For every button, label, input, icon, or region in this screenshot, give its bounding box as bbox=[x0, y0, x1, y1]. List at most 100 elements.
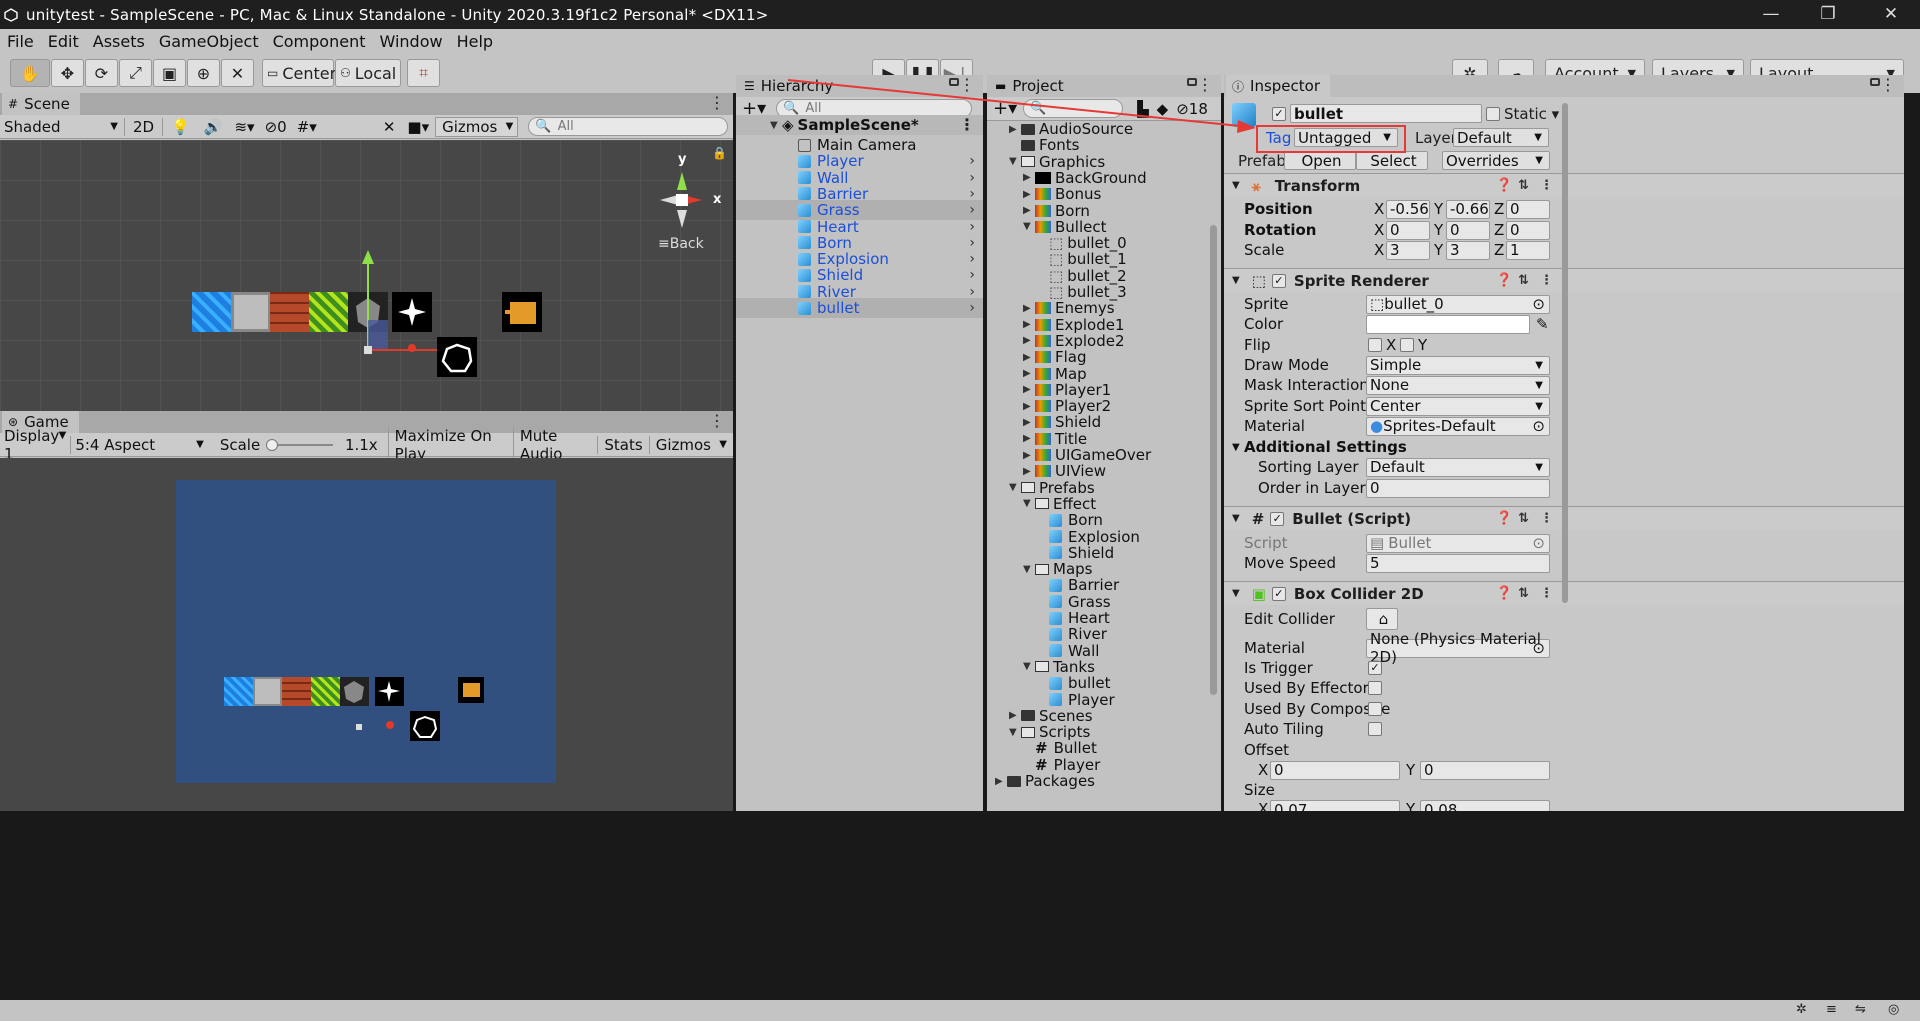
check-icon[interactable]: ◎ bbox=[1888, 1002, 1899, 1017]
size-x-input[interactable]: 0.07 bbox=[1270, 800, 1400, 811]
tab-hierarchy[interactable]: ☰ Hierarchy bbox=[738, 75, 844, 97]
lighting-toggle-icon[interactable]: 💡 bbox=[162, 117, 198, 136]
expand-arrow-icon[interactable]: ▼ bbox=[1009, 156, 1021, 167]
used-by-effector-checkbox[interactable] bbox=[1368, 681, 1382, 695]
bullet-script-enabled-checkbox[interactable]: ✓ bbox=[1270, 511, 1285, 526]
component-menu-icon[interactable]: ⋮ bbox=[1540, 586, 1553, 601]
expand-arrow-icon[interactable]: ▼ bbox=[1023, 661, 1035, 672]
collapsed-arrow-icon[interactable]: ▶ bbox=[1023, 172, 1035, 183]
panel-menu-icon[interactable]: ⋮ bbox=[1880, 75, 1896, 95]
sprite-sort-point-dropdown[interactable]: Center ▼ bbox=[1366, 396, 1550, 416]
transform-scale-x-input[interactable]: 3 bbox=[1386, 240, 1430, 260]
help-icon[interactable]: ❓ bbox=[1496, 273, 1512, 288]
transform-scale-z-input[interactable]: 1 bbox=[1506, 240, 1550, 260]
expand-arrow-icon[interactable]: ▼ bbox=[1023, 498, 1035, 509]
grid-snap-icon[interactable]: ⌗ bbox=[407, 59, 440, 87]
box-collider-enabled-checkbox[interactable]: ✓ bbox=[1271, 586, 1286, 601]
foldout-arrow-icon[interactable]: ▼ bbox=[1232, 588, 1240, 599]
tab-scene[interactable]: # Scene bbox=[2, 93, 80, 115]
color-swatch[interactable] bbox=[1366, 314, 1530, 334]
panel-menu-icon[interactable]: ⋮ bbox=[1197, 75, 1213, 95]
tab-project[interactable]: ▬ Project bbox=[989, 75, 1074, 97]
flip-y-checkbox[interactable] bbox=[1400, 338, 1414, 352]
tools-icon[interactable]: ✕ bbox=[377, 118, 402, 136]
foldout-arrow-icon[interactable]: ▼ bbox=[1232, 275, 1240, 286]
shading-mode-dropdown[interactable]: Shaded ▼ bbox=[0, 118, 124, 136]
hierarchy-item-bullet[interactable]: bullet › bbox=[736, 298, 983, 318]
offset-x-input[interactable]: 0 bbox=[1270, 760, 1400, 780]
lock-icon[interactable] bbox=[1870, 78, 1880, 86]
scene-search-input[interactable]: 🔍 All bbox=[528, 117, 729, 136]
prefab-select-button[interactable]: Select bbox=[1356, 151, 1428, 170]
gizmos-dropdown[interactable]: Gizmos ▼ bbox=[435, 116, 519, 137]
grass-tile[interactable] bbox=[309, 292, 349, 332]
order-in-layer-input[interactable]: 0 bbox=[1366, 478, 1550, 498]
collapsed-arrow-icon[interactable]: ▶ bbox=[1023, 450, 1035, 461]
hidden-packages-icon[interactable]: ⊘18 bbox=[1172, 100, 1212, 118]
auto-tiling-checkbox[interactable] bbox=[1368, 722, 1382, 736]
layer-dropdown[interactable]: Default ▼ bbox=[1453, 128, 1549, 147]
collapsed-arrow-icon[interactable]: ▶ bbox=[1009, 710, 1021, 721]
collapsed-arrow-icon[interactable]: ▶ bbox=[1023, 303, 1035, 314]
river-tile[interactable] bbox=[192, 292, 232, 332]
lock-icon[interactable] bbox=[949, 78, 959, 86]
collapsed-arrow-icon[interactable]: ▶ bbox=[1023, 319, 1035, 330]
camera-icon[interactable]: ■▾ bbox=[401, 118, 435, 136]
is-trigger-checkbox[interactable]: ✓ bbox=[1368, 661, 1382, 675]
minimize-button[interactable]: — bbox=[1746, 0, 1796, 29]
explosion-tile[interactable] bbox=[437, 337, 477, 377]
scene-viewport[interactable]: y x ≡Back 🔒 bbox=[0, 140, 733, 411]
scale-slider[interactable] bbox=[264, 435, 335, 455]
edit-collider-button[interactable]: ⌂ bbox=[1366, 608, 1398, 630]
collapsed-arrow-icon[interactable]: ▶ bbox=[1023, 417, 1035, 428]
foldout-arrow-icon[interactable]: ▼ bbox=[1232, 180, 1240, 191]
progress-icon[interactable]: ⇋ bbox=[1855, 1002, 1866, 1017]
sorting-layer-dropdown[interactable]: Default ▼ bbox=[1366, 457, 1550, 477]
collider-material-field[interactable]: None (Physics Material 2D) ⊙ bbox=[1366, 630, 1550, 666]
maximize-button[interactable]: ❐ bbox=[1803, 0, 1853, 29]
scene-root-row[interactable]: ▼ ◈ SampleScene* ⋮ bbox=[736, 115, 983, 135]
preset-icon[interactable]: ⇅ bbox=[1518, 273, 1529, 288]
aspect-dropdown[interactable]: 5:4 Aspect ▼ bbox=[70, 435, 210, 454]
stats-toggle[interactable]: Stats bbox=[597, 435, 648, 454]
custom-tool-icon[interactable]: ✕ bbox=[221, 59, 254, 87]
collapsed-arrow-icon[interactable]: ▶ bbox=[1023, 466, 1035, 477]
debug-icon[interactable]: ✲ bbox=[1796, 1002, 1807, 1017]
gameobject-name-input[interactable]: bullet bbox=[1290, 104, 1482, 123]
player-tank-tile[interactable] bbox=[502, 292, 542, 332]
sprite-renderer-enabled-checkbox[interactable]: ✓ bbox=[1271, 273, 1286, 288]
transform-rotation-y-input[interactable]: 0 bbox=[1446, 220, 1490, 240]
sprite-field[interactable]: ⬚ bullet_0 ⊙ bbox=[1366, 294, 1550, 314]
scene-orientation-gizmo[interactable]: y x ≡Back bbox=[640, 152, 730, 252]
hidden-objects-icon[interactable]: ⊘0 bbox=[261, 118, 291, 136]
scene-menu-icon[interactable]: ⋮ bbox=[959, 115, 975, 135]
collapsed-arrow-icon[interactable]: ▶ bbox=[1009, 124, 1021, 135]
expand-arrow-icon[interactable]: ▼ bbox=[1023, 564, 1035, 575]
foldout-arrow-icon[interactable]: ▼ bbox=[1232, 442, 1240, 453]
foldout-arrow-icon[interactable]: ▼ bbox=[1232, 513, 1240, 524]
chevron-right-icon[interactable]: › bbox=[969, 300, 975, 316]
gizmos-dropdown[interactable]: Gizmos ▼ bbox=[648, 435, 733, 454]
transform-position-z-input[interactable]: 0 bbox=[1506, 199, 1550, 219]
flip-x-checkbox[interactable] bbox=[1368, 338, 1382, 352]
project-search-input[interactable]: 🔍 bbox=[1023, 99, 1124, 118]
object-picker-icon[interactable]: ⊙ bbox=[1532, 417, 1545, 435]
hand-tool-icon[interactable]: ✋ bbox=[10, 59, 50, 87]
component-menu-icon[interactable]: ⋮ bbox=[1540, 511, 1553, 526]
preset-icon[interactable]: ⇅ bbox=[1518, 178, 1529, 193]
collapsed-arrow-icon[interactable]: ▶ bbox=[1023, 384, 1035, 395]
menu-assets[interactable]: Assets bbox=[86, 32, 152, 51]
collapsed-arrow-icon[interactable]: ▶ bbox=[1023, 189, 1035, 200]
component-menu-icon[interactable]: ⋮ bbox=[1540, 178, 1553, 193]
help-icon[interactable]: ❓ bbox=[1496, 511, 1512, 526]
expand-arrow-icon[interactable]: ▼ bbox=[1023, 221, 1035, 232]
filter-label-icon[interactable]: ◆ bbox=[1153, 100, 1173, 118]
collapsed-arrow-icon[interactable]: ▶ bbox=[1023, 401, 1035, 412]
transform-rotation-z-input[interactable]: 0 bbox=[1506, 220, 1550, 240]
pivot-local-toggle[interactable]: ⚇ Local bbox=[335, 59, 401, 87]
preset-icon[interactable]: ⇅ bbox=[1518, 586, 1529, 601]
menu-window[interactable]: Window bbox=[372, 32, 449, 51]
transform-tool-icon[interactable]: ⊕ bbox=[187, 59, 220, 87]
used-by-composite-checkbox[interactable] bbox=[1368, 702, 1382, 716]
mask-interaction-dropdown[interactable]: None ▼ bbox=[1366, 375, 1550, 395]
